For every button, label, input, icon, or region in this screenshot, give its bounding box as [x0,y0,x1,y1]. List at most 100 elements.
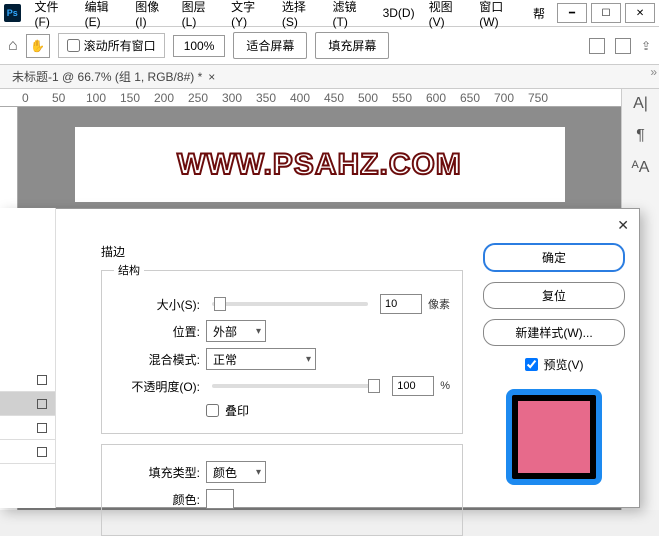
ruler-tick: 700 [494,91,514,105]
layer-row[interactable] [0,416,55,440]
ruler-horizontal: 0 50 100 150 200 250 300 350 400 450 500… [0,89,621,107]
opacity-slider[interactable] [212,384,380,388]
glyphs-panel-icon[interactable]: ᴬA [632,159,650,177]
ruler-tick: 50 [52,91,65,105]
menu-view[interactable]: 视图(V) [423,0,472,29]
share-icon[interactable]: ⇪ [641,39,651,53]
overprint-label: 叠印 [225,402,249,419]
hand-tool-icon[interactable]: ✋ [26,34,50,58]
ruler-tick: 100 [86,91,106,105]
size-unit: 像素 [428,296,450,312]
window-minimize-button[interactable]: ━ [557,3,587,23]
overprint-checkbox[interactable] [206,404,219,417]
opacity-label: 不透明度(O): [114,378,200,395]
ruler-tick: 500 [358,91,378,105]
fill-fieldset: 填充类型: 颜色 颜色: [101,444,463,536]
layer-style-dialog: ✕ 描边 结构 大小(S): 像素 位置: 外部 混合模式: 正常 [0,208,640,508]
position-label: 位置: [114,323,200,340]
collapse-panels-icon[interactable]: » [650,65,657,79]
view-mode-icon[interactable] [589,38,605,54]
scroll-all-label: 滚动所有窗口 [84,37,156,54]
home-icon[interactable]: ⌂ [8,37,18,55]
layer-marker-icon [37,375,47,385]
dialog-title: 描边 [101,243,463,260]
preview-inner [516,399,592,475]
color-label: 颜色: [114,491,200,508]
document-tab-bar: 未标题-1 @ 66.7% (组 1, RGB/8#) * × [0,65,659,89]
menu-bar: Ps 文件(F) 编辑(E) 图像(I) 图层(L) 文字(Y) 选择(S) 滤… [0,0,659,27]
ok-button[interactable]: 确定 [483,243,625,272]
blend-mode-value: 正常 [213,351,237,368]
color-swatch[interactable] [206,489,234,509]
menu-edit[interactable]: 编辑(E) [79,0,128,29]
dialog-close-button[interactable]: ✕ [617,217,629,234]
new-style-button[interactable]: 新建样式(W)... [483,319,625,346]
slider-thumb[interactable] [368,379,380,393]
ruler-tick: 150 [120,91,140,105]
ruler-tick: 450 [324,91,344,105]
canvas-text: WWW.PSAHZ.COM [177,148,462,182]
fit-screen-button[interactable]: 适合屏幕 [233,32,307,59]
document-tab[interactable]: 未标题-1 @ 66.7% (组 1, RGB/8#) * [12,68,202,85]
layer-marker-icon [37,399,47,409]
menu-select[interactable]: 选择(S) [276,0,325,29]
canvas[interactable]: WWW.PSAHZ.COM [75,127,565,202]
opacity-input[interactable] [392,376,434,396]
document-tab-close[interactable]: × [208,70,215,84]
size-slider[interactable] [212,302,368,306]
menu-filter[interactable]: 滤镜(T) [327,0,375,29]
size-input[interactable] [380,294,422,314]
scroll-all-windows-option[interactable]: 滚动所有窗口 [58,33,165,58]
arrange-icon[interactable] [615,38,631,54]
zoom-level[interactable]: 100% [173,35,226,57]
ruler-tick: 400 [290,91,310,105]
ruler-tick: 600 [426,91,446,105]
options-bar: ⌂ ✋ 滚动所有窗口 100% 适合屏幕 填充屏幕 ⇪ [0,27,659,65]
position-select[interactable]: 外部 [206,320,266,342]
slider-thumb[interactable] [214,297,226,311]
menu-type[interactable]: 文字(Y) [225,0,274,29]
paragraph-panel-icon[interactable]: ¶ [636,127,645,145]
preview-checkbox[interactable] [525,358,538,371]
menu-image[interactable]: 图像(I) [129,0,173,29]
layer-marker-icon [37,447,47,457]
opacity-unit: % [440,380,450,392]
size-label: 大小(S): [114,296,200,313]
scroll-all-checkbox[interactable] [67,39,80,52]
ruler-tick: 200 [154,91,174,105]
menu-help[interactable]: 帮 [527,5,551,22]
menu-layer[interactable]: 图层(L) [176,0,223,29]
ruler-tick: 650 [460,91,480,105]
layer-row[interactable] [0,368,55,392]
fill-type-label: 填充类型: [114,464,200,481]
window-close-button[interactable]: ✕ [625,3,655,23]
layer-row[interactable] [0,440,55,464]
fill-type-value: 颜色 [213,464,237,481]
layer-marker-icon [37,423,47,433]
menu-window[interactable]: 窗口(W) [473,0,525,29]
ruler-tick: 350 [256,91,276,105]
blend-mode-label: 混合模式: [114,351,200,368]
preview-label: 预览(V) [544,356,584,373]
fill-screen-button[interactable]: 填充屏幕 [315,32,389,59]
character-panel-icon[interactable]: A| [633,95,648,113]
preview-swatch [506,389,602,485]
ruler-tick: 750 [528,91,548,105]
ruler-tick: 250 [188,91,208,105]
hand-glyph: ✋ [30,39,45,53]
menu-file[interactable]: 文件(F) [29,0,77,29]
ruler-tick: 0 [22,91,29,105]
menu-3d[interactable]: 3D(D) [377,6,421,20]
position-value: 外部 [213,323,237,340]
structure-legend: 结构 [114,262,144,278]
structure-fieldset: 结构 大小(S): 像素 位置: 外部 混合模式: 正常 不透明度(O): [101,262,463,434]
app-icon: Ps [4,4,21,22]
ruler-tick: 550 [392,91,412,105]
reset-button[interactable]: 复位 [483,282,625,309]
layer-row[interactable] [0,392,55,416]
ruler-tick: 300 [222,91,242,105]
blend-mode-select[interactable]: 正常 [206,348,316,370]
window-maximize-button[interactable]: ☐ [591,3,621,23]
fill-type-select[interactable]: 颜色 [206,461,266,483]
layers-strip [0,208,56,508]
